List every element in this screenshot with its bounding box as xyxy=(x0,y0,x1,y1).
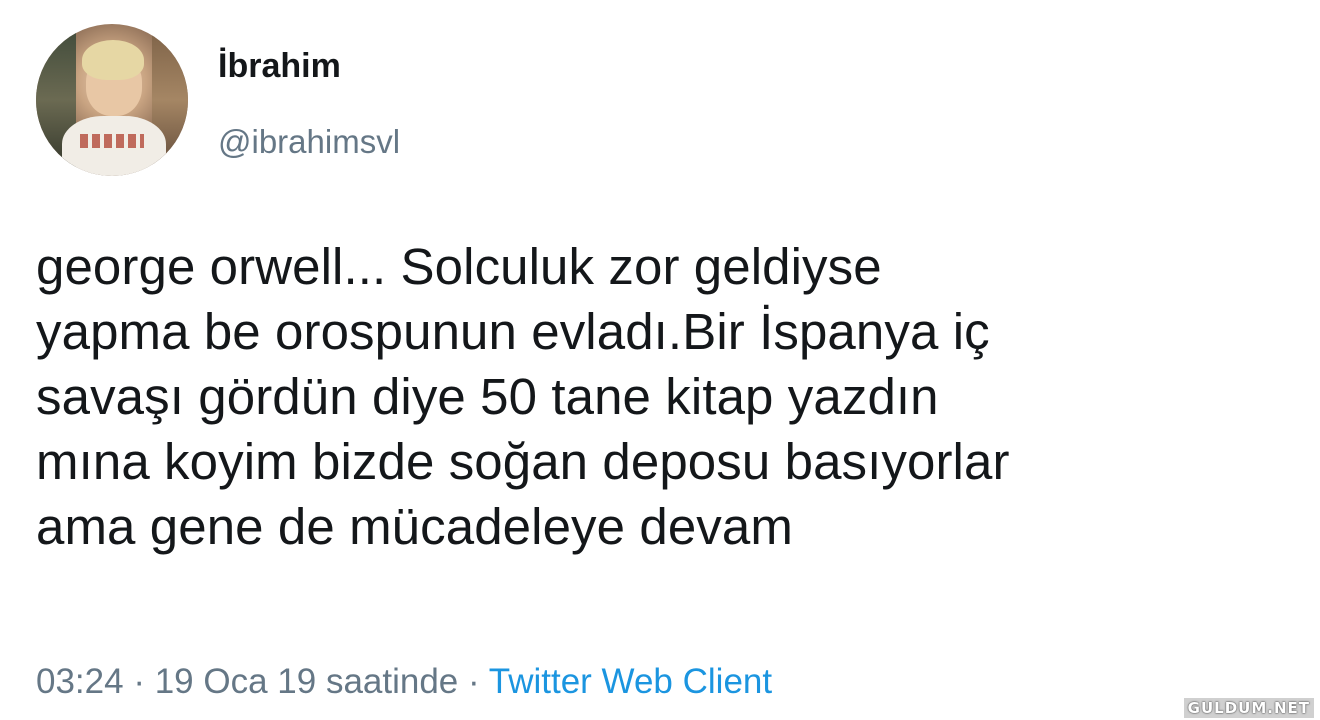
avatar-shirt-print xyxy=(80,134,144,148)
tweet-date[interactable]: 19 Oca 19 saatinde xyxy=(155,662,459,701)
tweet-text-line: mına koyim bizde soğan deposu basıyorlar xyxy=(36,433,1010,490)
display-name[interactable]: İbrahim xyxy=(218,46,341,86)
watermark-logo: GULDUM.NET xyxy=(1183,698,1314,718)
tweet-time[interactable]: 03:24 xyxy=(36,662,124,701)
avatar[interactable] xyxy=(36,24,188,176)
user-handle[interactable]: @ibrahimsvl xyxy=(218,122,400,162)
tweet-text-line: yapma be orospunun evladı.Bir İspanya iç xyxy=(36,303,990,360)
meta-separator: · xyxy=(133,662,145,701)
tweet-text-line: ama gene de mücadeleye devam xyxy=(36,498,793,555)
meta-separator: · xyxy=(468,662,480,701)
tweet-text: george orwell... Solculuk zor geldiyse y… xyxy=(36,234,1306,559)
tweet-text-line: savaşı gördün diye 50 tane kitap yazdın xyxy=(36,368,939,425)
tweet-source-link[interactable]: Twitter Web Client xyxy=(489,662,772,701)
avatar-hair xyxy=(82,40,144,80)
tweet-card: İbrahim @ibrahimsvl george orwell... Sol… xyxy=(0,0,1320,720)
tweet-meta: 03:24 · 19 Oca 19 saatinde · Twitter Web… xyxy=(36,660,772,704)
tweet-text-line: george orwell... Solculuk zor geldiyse xyxy=(36,238,882,295)
